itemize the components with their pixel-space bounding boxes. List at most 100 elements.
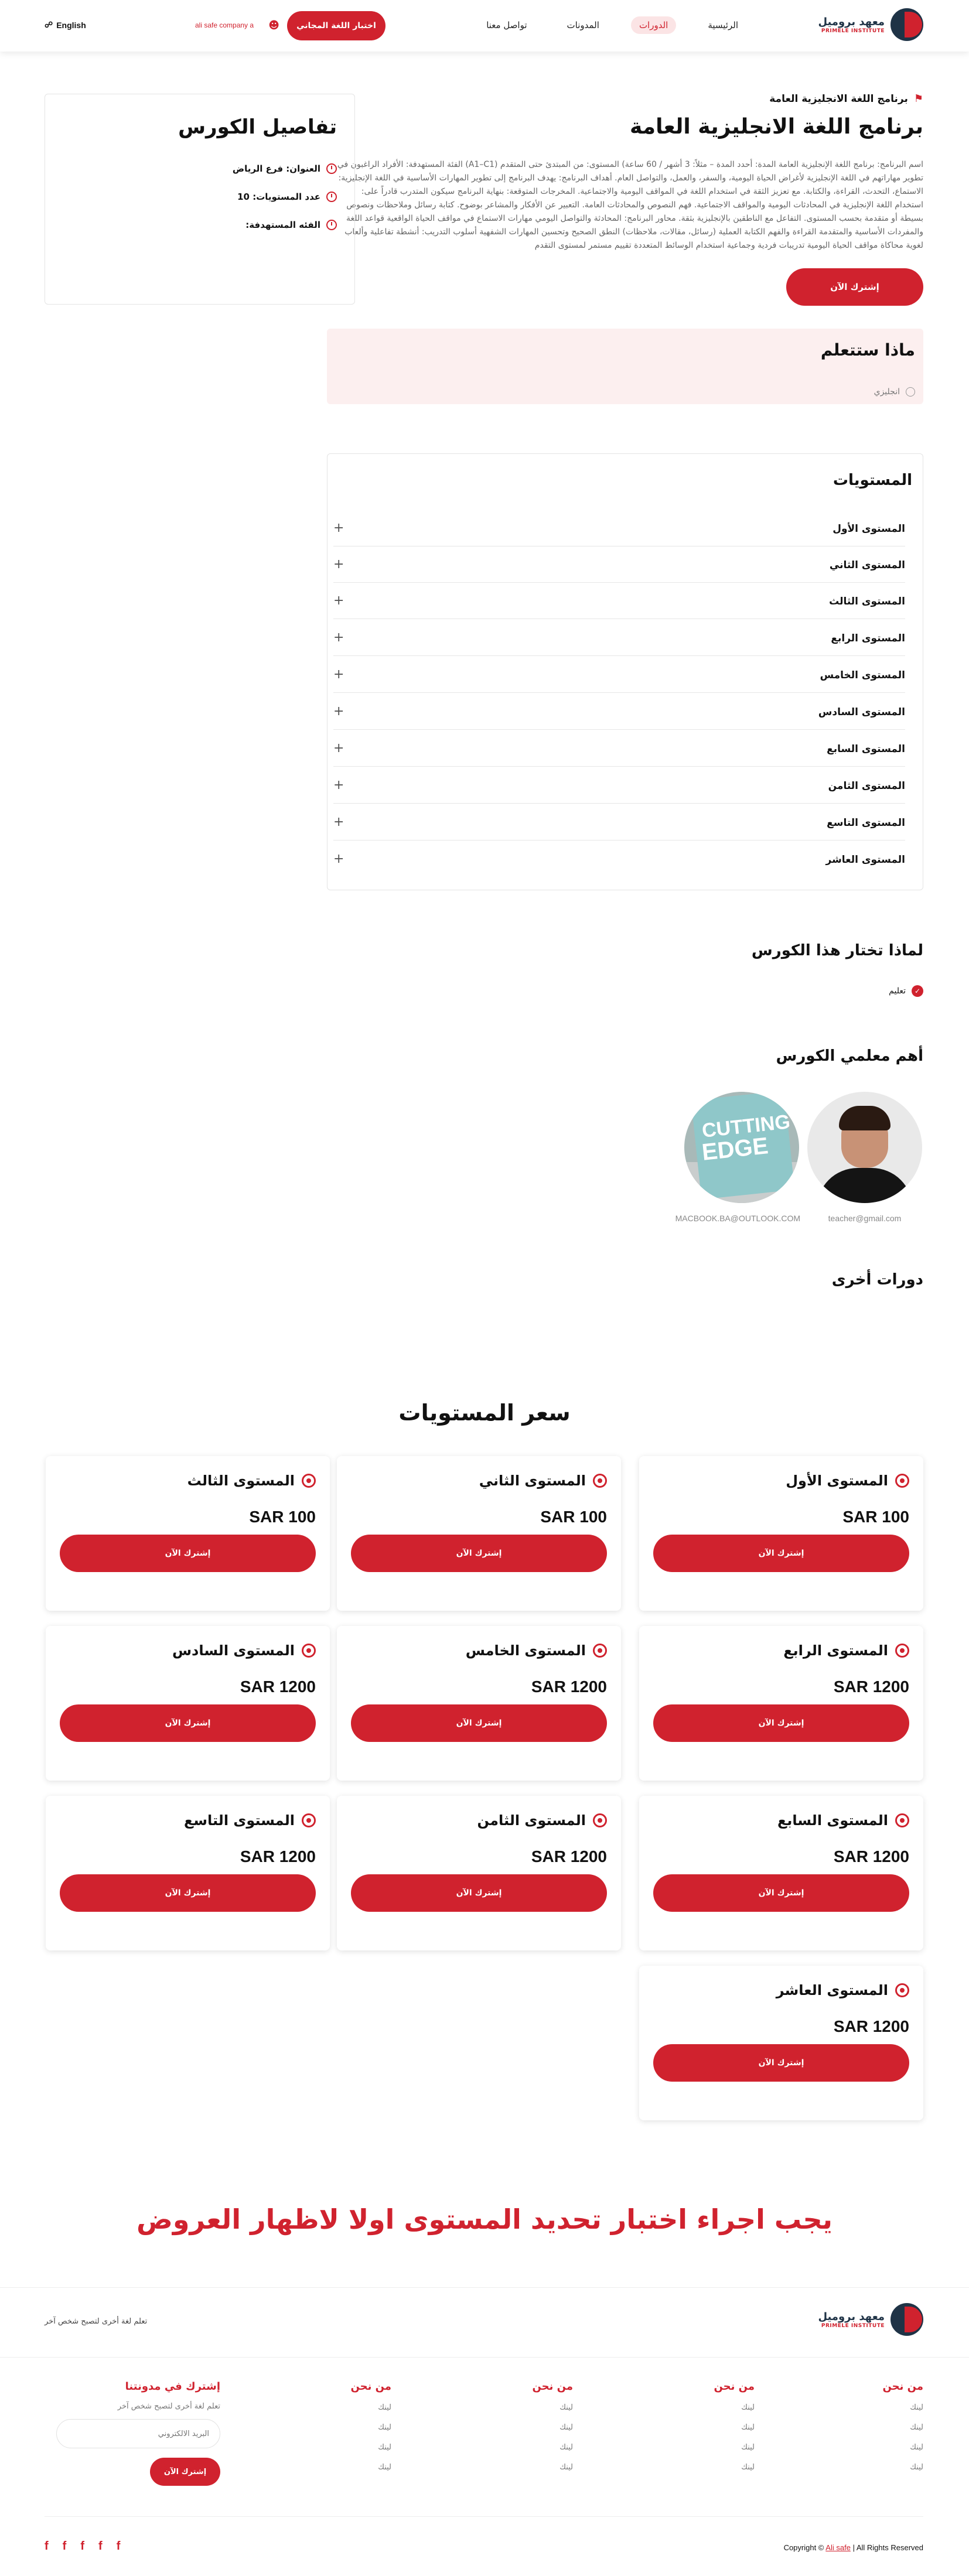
target-icon: [302, 1644, 316, 1658]
price-card: المستوى الرابع SAR 1200 إشترك الآن: [639, 1626, 923, 1781]
footer-link[interactable]: لينك: [830, 2443, 923, 2463]
plus-icon[interactable]: +: [333, 557, 344, 572]
target-icon: [895, 1983, 909, 1997]
logo[interactable]: معهد بروميل PRIMELE INSTITUTE: [818, 8, 923, 41]
subscribe-level-button[interactable]: إشترك الآن: [351, 1535, 607, 1572]
level-row-4[interactable]: المستوى الرابع +: [333, 620, 905, 656]
copyright-link[interactable]: Ali safe: [825, 2543, 851, 2552]
level-label: المستوى الأول: [832, 523, 905, 535]
footer-link[interactable]: لينك: [298, 2443, 391, 2463]
subscribe-level-button[interactable]: إشترك الآن: [653, 1874, 909, 1912]
nav-courses[interactable]: الدورات: [630, 16, 677, 34]
teacher-card[interactable]: teacher@gmail.com: [806, 1092, 923, 1223]
level-row-2[interactable]: المستوى الثاني +: [333, 546, 905, 583]
price-card: المستوى السادس SAR 1200 إشترك الآن: [46, 1626, 330, 1781]
footer-link[interactable]: لينك: [479, 2463, 573, 2483]
price-card: المستوى السابع SAR 1200 إشترك الآن: [639, 1796, 923, 1950]
plus-icon[interactable]: +: [333, 741, 344, 756]
footer-link[interactable]: لينك: [661, 2423, 755, 2443]
footer-divider: [45, 2516, 923, 2517]
footer-link[interactable]: لينك: [298, 2423, 391, 2443]
email-field[interactable]: [56, 2419, 220, 2448]
level-row-8[interactable]: المستوى الثامن +: [333, 767, 905, 804]
price-card: المستوى الثاني SAR 100 إشترك الآن: [337, 1456, 621, 1611]
price-level-name: المستوى الثامن: [477, 1812, 586, 1829]
subscribe-level-button[interactable]: إشترك الآن: [60, 1874, 316, 1912]
footer-link[interactable]: لينك: [661, 2443, 755, 2463]
plus-icon[interactable]: +: [333, 852, 344, 866]
subscribe-level-button[interactable]: إشترك الآن: [653, 1535, 909, 1572]
level-row-9[interactable]: المستوى التاسع +: [333, 804, 905, 841]
price-level-name: المستوى الرابع: [783, 1642, 888, 1659]
nav-home[interactable]: الرئيسية: [700, 16, 746, 34]
check-circle-icon: [906, 387, 915, 397]
logo-subtitle: PRIMELE INSTITUTE: [821, 28, 885, 34]
price-level-name: المستوى الثاني: [479, 1473, 586, 1489]
detail-levels-text: عدد المستويات: 10: [237, 192, 320, 202]
subscribe-button[interactable]: إشترك الآن: [786, 268, 923, 306]
newsletter-subscribe-button[interactable]: إشترك الآن: [150, 2458, 220, 2486]
subscribe-level-button[interactable]: إشترك الآن: [351, 1704, 607, 1742]
price-card: المستوى التاسع SAR 1200 إشترك الآن: [46, 1796, 330, 1950]
learn-item-text: انجليزي: [874, 387, 900, 397]
plus-icon[interactable]: +: [333, 704, 344, 719]
footer-link[interactable]: لينك: [298, 2463, 391, 2483]
copyright-suffix: | All Rights Reserved: [852, 2543, 923, 2552]
facebook-icon[interactable]: f: [80, 2540, 84, 2553]
facebook-icon[interactable]: f: [98, 2540, 103, 2553]
footer-link[interactable]: لينك: [830, 2403, 923, 2423]
copyright: Copyright © Ali safe | All Rights Reserv…: [784, 2543, 923, 2552]
footer-link[interactable]: لينك: [479, 2443, 573, 2463]
why-item-text: تعليم: [889, 986, 906, 996]
plus-icon[interactable]: +: [333, 521, 344, 535]
subscribe-level-button[interactable]: إشترك الآن: [653, 1704, 909, 1742]
globe-icon: ☍: [45, 20, 53, 29]
language-label: English: [56, 20, 86, 30]
level-label: المستوى الثامن: [828, 780, 905, 792]
level-row-1[interactable]: المستوى الأول +: [333, 510, 905, 546]
footer-link[interactable]: لينك: [298, 2403, 391, 2423]
plus-icon[interactable]: +: [333, 593, 344, 608]
free-test-button[interactable]: اختبار اللغة المجاني: [287, 11, 385, 40]
footer-link[interactable]: لينك: [661, 2463, 755, 2483]
footer-link[interactable]: لينك: [830, 2463, 923, 2483]
language-switch[interactable]: ☍ English: [45, 20, 86, 30]
subscribe-level-button[interactable]: إشترك الآن: [60, 1704, 316, 1742]
nav-blogs[interactable]: المدونات: [559, 16, 608, 34]
plus-icon[interactable]: +: [333, 778, 344, 792]
levels-title: المستويات: [832, 472, 912, 489]
nav-contact[interactable]: تواصل معنا: [478, 16, 535, 34]
price-level-name: المستوى الأول: [786, 1473, 888, 1489]
user-icon[interactable]: ☻: [267, 19, 279, 32]
plus-icon[interactable]: +: [333, 815, 344, 829]
plus-icon[interactable]: +: [333, 630, 344, 645]
subscribe-level-button[interactable]: إشترك الآن: [60, 1535, 316, 1572]
facebook-icon[interactable]: f: [63, 2540, 67, 2553]
logo-name: معهد بروميل: [818, 15, 885, 28]
level-row-6[interactable]: المستوى السادس +: [333, 693, 905, 730]
teacher-card[interactable]: CUTTING EDGE MACBOOK.BA@OUTLOOK.COM: [675, 1092, 800, 1223]
footer-link[interactable]: لينك: [479, 2423, 573, 2443]
level-label: المستوى السادس: [818, 706, 905, 718]
price-card: المستوى الخامس SAR 1200 إشترك الآن: [337, 1626, 621, 1781]
facebook-icon[interactable]: f: [45, 2540, 49, 2553]
facebook-icon[interactable]: f: [117, 2540, 121, 2553]
plus-icon[interactable]: +: [333, 667, 344, 682]
subscribe-level-button[interactable]: إشترك الآن: [351, 1874, 607, 1912]
level-row-7[interactable]: المستوى السابع +: [333, 730, 905, 767]
subscribe-level-button[interactable]: إشترك الآن: [653, 2044, 909, 2082]
company-name[interactable]: ali safe company a: [195, 21, 254, 29]
footer-logo[interactable]: معهد بروميل PRIMELE INSTITUTE: [818, 2303, 923, 2336]
clock-icon: [326, 220, 337, 230]
teacher-email: MACBOOK.BA@OUTLOOK.COM: [675, 1214, 800, 1223]
newsletter: إشترك في مدونتنا تعلم لغة أخرى لتصبح شخص…: [45, 2380, 220, 2486]
what-you-learn-section: ماذا ستتعلم انجليزي: [327, 329, 923, 404]
level-row-5[interactable]: المستوى الخامس +: [333, 657, 905, 693]
level-row-10[interactable]: المستوى العاشر +: [333, 841, 905, 877]
footer-link[interactable]: لينك: [661, 2403, 755, 2423]
footer-link[interactable]: لينك: [479, 2403, 573, 2423]
level-row-3[interactable]: المستوى الثالث +: [333, 583, 905, 619]
learn-item: انجليزي: [874, 387, 915, 397]
price-value: SAR 1200: [833, 1678, 909, 1696]
footer-link[interactable]: لينك: [830, 2423, 923, 2443]
